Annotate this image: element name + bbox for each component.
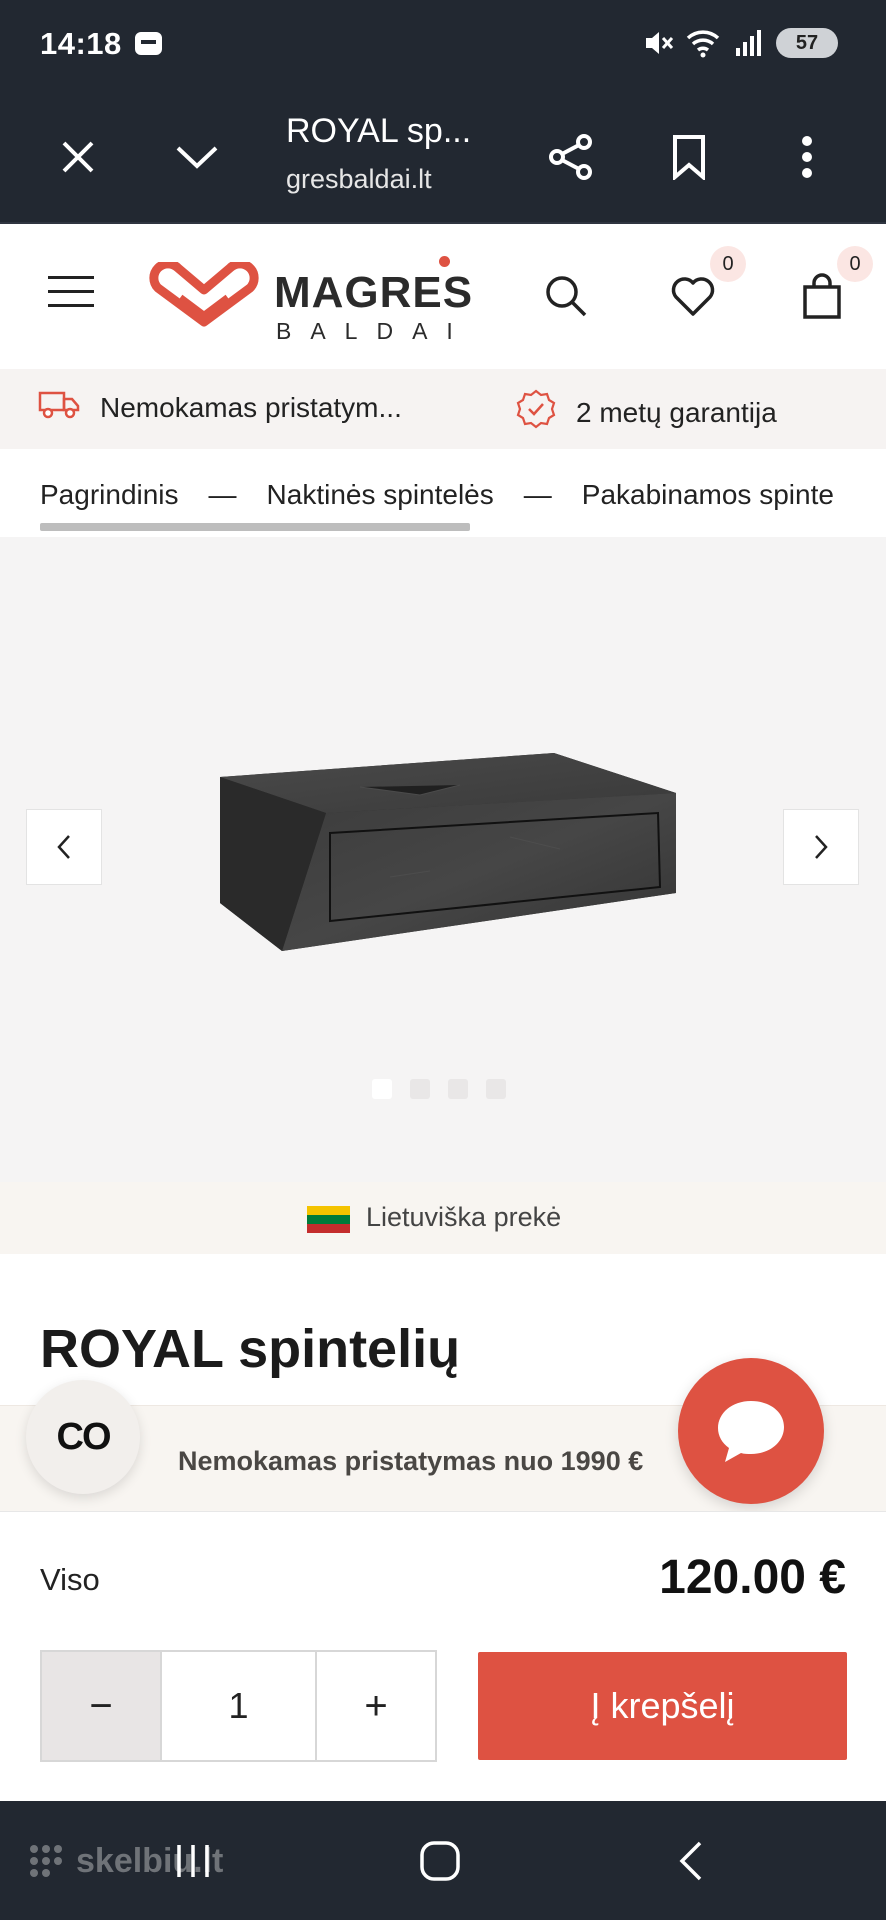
warranty-benefit[interactable]: 2 metų garantija — [516, 389, 777, 436]
gallery-dot[interactable] — [486, 1079, 506, 1099]
origin-strip: Lietuviška prekė — [0, 1182, 886, 1254]
logo-text: MAGRES — [274, 268, 474, 317]
origin-label: Lietuviška prekė — [366, 1202, 562, 1232]
truck-icon — [38, 389, 80, 426]
site-logo[interactable]: MAGRES BALDAI — [148, 254, 493, 344]
logo-accent-dot — [439, 256, 450, 267]
battery-indicator: 57 — [776, 28, 838, 58]
browser-toolbar: ROYAL sp... gresbaldai.lt — [0, 92, 886, 222]
status-bar: 14:18 57 — [0, 0, 886, 92]
recent-apps-icon[interactable] — [158, 1831, 228, 1891]
add-to-cart-button[interactable]: Į krepšelį — [478, 1652, 847, 1760]
close-icon[interactable] — [43, 122, 113, 192]
search-icon[interactable] — [540, 270, 592, 322]
logo-mark — [149, 262, 259, 327]
gallery-dot[interactable] — [448, 1079, 468, 1099]
more-options-icon[interactable] — [772, 122, 842, 192]
breadcrumb-separator: — — [208, 479, 237, 510]
bookmark-icon[interactable] — [654, 122, 724, 192]
quantity-increase-button[interactable]: + — [317, 1652, 435, 1760]
quantity-stepper: − 1 + — [40, 1650, 437, 1762]
breadcrumb-category[interactable]: Naktinės spintelės — [267, 479, 494, 511]
status-icons: 57 — [644, 28, 838, 58]
page-title[interactable]: ROYAL sp... — [286, 112, 471, 151]
total-label: Viso — [40, 1562, 100, 1597]
gallery-pagination — [372, 1079, 506, 1099]
site-header: MAGRES BALDAI 0 0 — [0, 224, 886, 369]
breadcrumb-subcategory[interactable]: Pakabinamos spinte — [582, 479, 834, 511]
cart-count-badge: 0 — [837, 246, 873, 282]
product-price: 120.00 € — [659, 1551, 846, 1604]
share-icon[interactable] — [536, 122, 606, 192]
wishlist-count-badge: 0 — [710, 246, 746, 282]
cookie-consent-button[interactable]: CO — [26, 1380, 140, 1494]
delivery-benefit[interactable]: Nemokamas pristatym... — [38, 389, 402, 426]
warranty-text: 2 metų garantija — [576, 396, 777, 428]
product-image[interactable] — [210, 727, 680, 987]
cart-bag-icon[interactable] — [796, 270, 848, 322]
heart-icon[interactable] — [667, 270, 719, 322]
chevron-right-icon — [815, 835, 828, 859]
badge-check-icon — [516, 389, 556, 436]
free-delivery-text: Nemokamas pristatymas nuo 1990 € — [178, 1446, 644, 1476]
menu-icon[interactable] — [48, 276, 94, 310]
breadcrumb: Pagrindinis — Naktinės spintelės — Pakab… — [0, 449, 886, 537]
breadcrumb-home[interactable]: Pagrindinis — [40, 479, 179, 511]
page-url[interactable]: gresbaldai.lt — [286, 164, 432, 195]
wifi-icon — [686, 28, 722, 58]
android-navigation-bar: skelbiu.lt — [0, 1801, 886, 1920]
watermark-logo-icon — [30, 1845, 62, 1877]
mute-icon — [644, 29, 674, 57]
quantity-input[interactable]: 1 — [162, 1652, 317, 1760]
chat-button[interactable] — [678, 1358, 824, 1504]
gallery-dot[interactable] — [372, 1079, 392, 1099]
breadcrumb-separator: — — [523, 479, 552, 510]
chevron-left-icon — [57, 835, 70, 859]
breadcrumb-scrollbar[interactable] — [40, 523, 470, 531]
status-time: 14:18 — [40, 26, 122, 61]
product-title: ROYAL spintelių — [40, 1319, 461, 1379]
sim-card-icon — [135, 32, 162, 55]
back-icon[interactable] — [655, 1831, 725, 1891]
gallery-prev-button[interactable] — [26, 809, 102, 885]
delivery-text: Nemokamas pristatym... — [100, 391, 402, 423]
gallery-next-button[interactable] — [783, 809, 859, 885]
lithuania-flag-icon — [307, 1206, 350, 1233]
gallery-dot[interactable] — [410, 1079, 430, 1099]
signal-icon — [734, 29, 764, 57]
benefits-strip: Nemokamas pristatym... 2 metų garantija — [0, 369, 886, 449]
logo-subtext: BALDAI — [276, 318, 472, 344]
quantity-decrease-button[interactable]: − — [42, 1652, 162, 1760]
chevron-down-icon[interactable] — [162, 122, 232, 192]
product-gallery — [0, 537, 886, 1182]
purchase-bar: Viso 120.00 € − 1 + Į krepšelį — [0, 1511, 886, 1801]
home-icon[interactable] — [405, 1831, 475, 1891]
chat-bubble-icon — [718, 1401, 784, 1462]
